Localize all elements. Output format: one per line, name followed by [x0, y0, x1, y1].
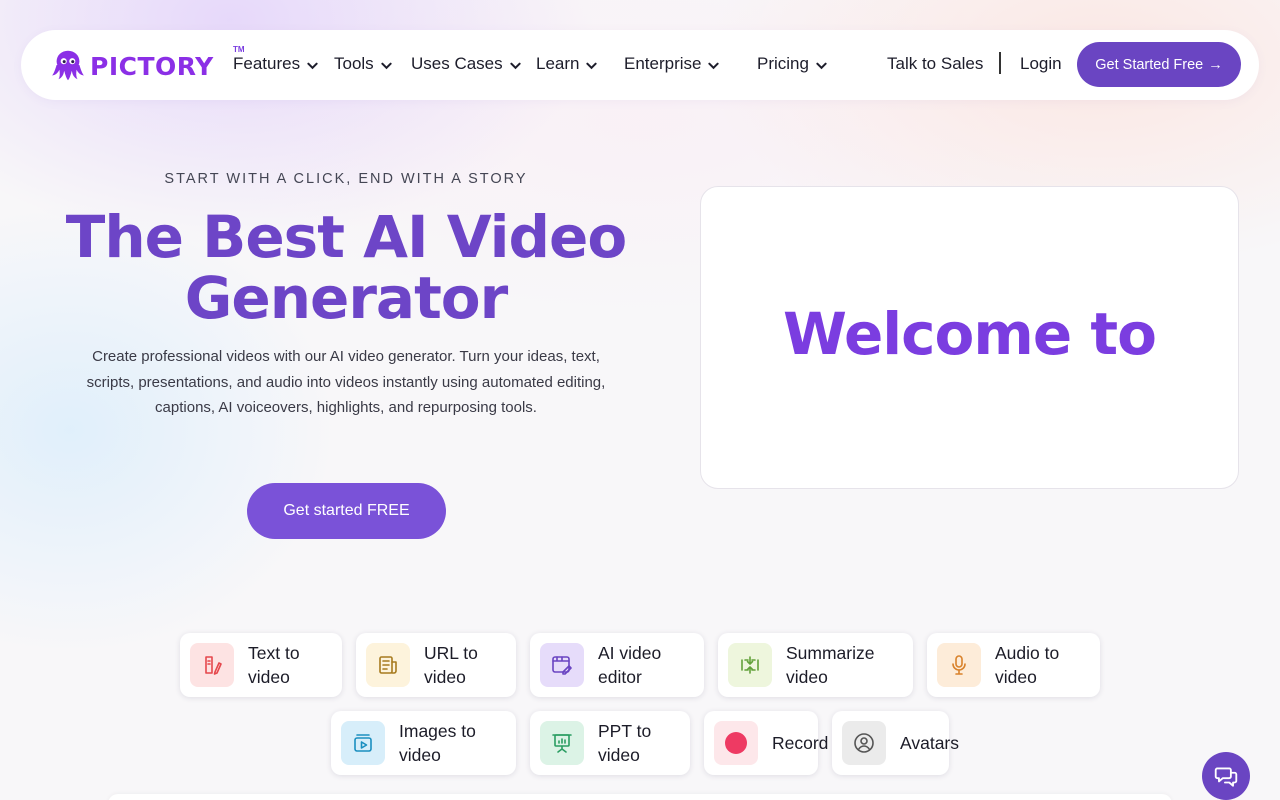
- record-icon: [714, 721, 758, 765]
- feature-label: Audio to video: [995, 643, 1060, 687]
- arrow-right-icon: →: [1208, 56, 1223, 73]
- text-edit-icon: [190, 643, 234, 687]
- feature-summarize-video[interactable]: Summarize video: [718, 633, 913, 697]
- chevron-down-icon: [381, 62, 392, 70]
- feature-label: Text to video: [248, 643, 300, 687]
- document-icon: [366, 643, 410, 687]
- feature-audio-to-video[interactable]: Audio to video: [927, 633, 1100, 697]
- chevron-down-icon: [586, 62, 598, 70]
- avatar-icon: [842, 721, 886, 765]
- feature-record[interactable]: Record: [704, 711, 828, 775]
- video-preview-text: Welcome to: [783, 299, 1157, 368]
- get-started-free-label: Get Started Free: [1095, 56, 1204, 73]
- logo-wordmark: PICTORY: [90, 51, 214, 81]
- feature-label: Summarize video: [786, 643, 875, 687]
- nav-divider: [999, 52, 1001, 74]
- presentation-icon: [540, 721, 584, 765]
- nav-menu-tools[interactable]: Tools: [334, 54, 392, 74]
- hero-eyebrow: START WITH A CLICK, END WITH A STORY: [164, 171, 528, 187]
- chevron-down-icon: [708, 62, 720, 70]
- image-play-icon: [341, 721, 385, 765]
- nav-menu-label: Tools: [334, 54, 374, 73]
- video-edit-icon: [540, 643, 584, 687]
- feature-label: Images to video: [399, 721, 476, 765]
- compress-icon: [728, 643, 772, 687]
- feature-ai-video-editor[interactable]: AI video editor: [530, 633, 704, 697]
- feature-label: Record: [772, 733, 829, 753]
- pictory-logo[interactable]: PICTORY TM: [49, 45, 245, 84]
- hero-headline: The Best AI Video Generator: [0, 207, 692, 329]
- nav-menu-enterprise[interactable]: Enterprise: [624, 54, 720, 74]
- nav-menu-learn[interactable]: Learn: [536, 54, 598, 74]
- nav-menu-use-cases[interactable]: Uses Cases: [411, 54, 521, 74]
- top-navigation-bar: PICTORY TM Features Tools Uses Cases Lea…: [21, 30, 1259, 100]
- nav-menu-features[interactable]: Features: [233, 54, 318, 74]
- chevron-down-icon: [307, 62, 318, 70]
- nav-menu-label: Learn: [536, 54, 580, 73]
- talk-to-sales-link[interactable]: Talk to Sales: [887, 54, 983, 74]
- feature-label: URL to video: [424, 643, 478, 687]
- feature-avatars[interactable]: Avatars: [832, 711, 959, 775]
- feature-text-to-video[interactable]: Text to video: [180, 633, 342, 697]
- login-link[interactable]: Login: [1020, 54, 1062, 74]
- hero-get-started-button[interactable]: Get started FREE: [247, 483, 446, 539]
- octopus-logo-icon: [51, 50, 85, 81]
- get-started-free-button[interactable]: Get Started Free →: [1077, 42, 1241, 87]
- hero-headline-line-1: The Best AI Video: [65, 203, 627, 271]
- feature-label: PPT to video: [598, 721, 652, 765]
- feature-label: AI video editor: [598, 643, 662, 687]
- nav-menu-label: Enterprise: [624, 54, 702, 73]
- nav-menu-pricing[interactable]: Pricing: [757, 54, 827, 74]
- trademark-mark: TM: [233, 45, 245, 54]
- hero-video-preview[interactable]: Welcome to: [700, 186, 1239, 489]
- nav-menu-label: Pricing: [757, 54, 809, 73]
- microphone-icon: [937, 643, 981, 687]
- feature-ppt-to-video[interactable]: PPT to video: [530, 711, 690, 775]
- chevron-down-icon: [816, 62, 827, 70]
- feature-images-to-video[interactable]: Images to video: [331, 711, 516, 775]
- hero-description: Create professional videos with our AI v…: [86, 348, 606, 416]
- chat-bubble-icon: [1214, 767, 1238, 787]
- nav-menu-label: Features: [233, 54, 301, 73]
- feature-label: Avatars: [900, 733, 960, 753]
- chevron-down-icon: [510, 62, 521, 70]
- next-section-edge: [108, 794, 1172, 800]
- nav-menu-label: Uses Cases: [411, 54, 503, 73]
- feature-url-to-video[interactable]: URL to video: [356, 633, 516, 697]
- hero-headline-line-2: Generator: [184, 264, 509, 332]
- chat-widget-button[interactable]: [1202, 752, 1250, 800]
